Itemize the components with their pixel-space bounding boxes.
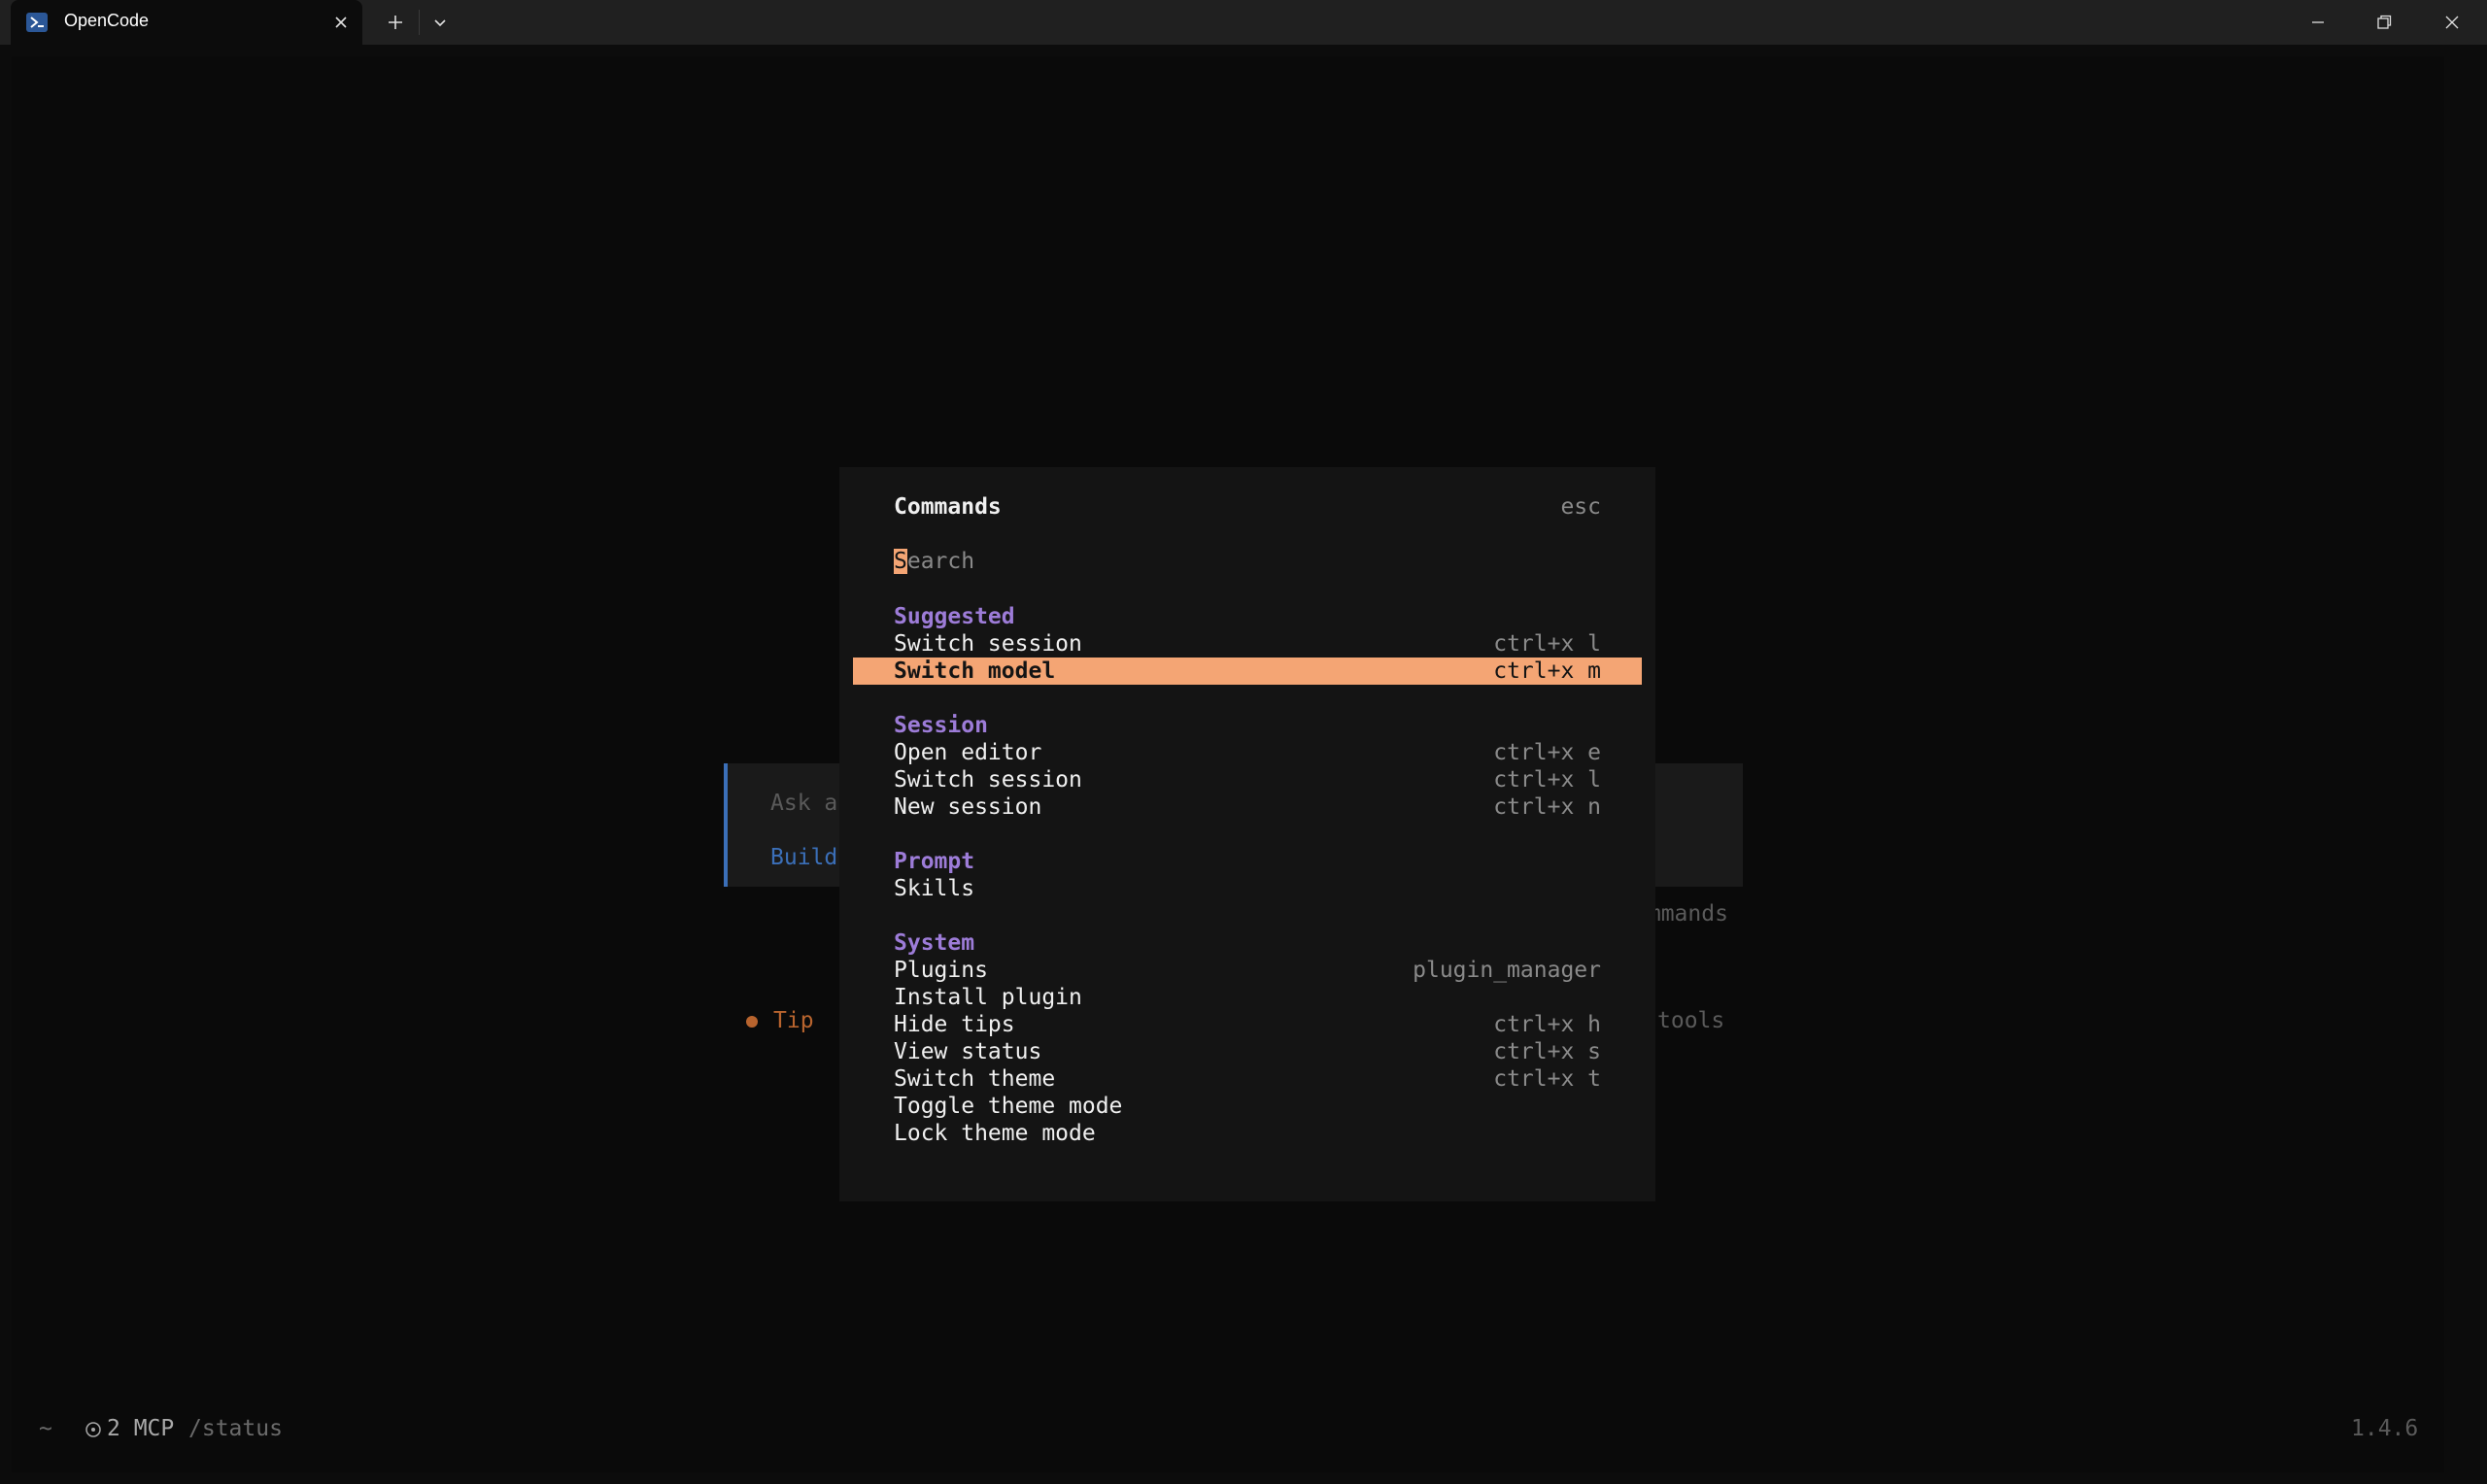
command-shortcut: ctrl+x s — [1493, 1039, 1601, 1064]
minimize-button[interactable] — [2285, 0, 2351, 45]
command-label: Plugins — [894, 958, 988, 983]
command-label: Skills — [894, 876, 975, 901]
mcp-count: 2 MCP — [107, 1416, 175, 1441]
restore-icon — [2377, 15, 2392, 29]
group-heading-prompt: Prompt — [894, 849, 975, 874]
close-icon — [2445, 16, 2459, 29]
text-cursor: S — [894, 549, 907, 574]
cwd-indicator: ~ — [39, 1416, 52, 1441]
chevron-down-icon[interactable] — [427, 10, 453, 35]
tab-separator — [419, 10, 420, 35]
close-window-button[interactable] — [2419, 0, 2485, 45]
command-item[interactable]: Install plugin — [853, 984, 1642, 1011]
minimize-icon — [2312, 21, 2324, 23]
command-item[interactable]: Toggle theme mode — [853, 1093, 1642, 1120]
version-label: 1.4.6 — [2351, 1416, 2419, 1441]
command-label: Switch session — [894, 631, 1082, 657]
plus-icon[interactable] — [383, 10, 408, 35]
restore-button[interactable] — [2351, 0, 2417, 45]
command-item[interactable]: Switch theme ctrl+x t — [853, 1065, 1642, 1093]
command-item[interactable]: Hide tips ctrl+x h — [853, 1011, 1642, 1038]
title-bar: OpenCode — [0, 0, 2487, 45]
command-label: New session — [894, 794, 1042, 820]
group-heading-system: System — [894, 930, 975, 956]
command-label: Lock theme mode — [894, 1121, 1096, 1146]
esc-hint[interactable]: esc — [1560, 494, 1601, 520]
tab-opencode[interactable]: OpenCode — [11, 0, 362, 45]
command-label: Hide tips — [894, 1012, 1015, 1037]
tip-text: tools — [1657, 1008, 1725, 1033]
command-palette: Commands esc Search Suggested Switch sess… — [839, 467, 1655, 1201]
command-label: Open editor — [894, 740, 1042, 765]
command-shortcut: ctrl+x l — [1493, 631, 1601, 657]
command-label: Toggle theme mode — [894, 1094, 1123, 1119]
command-item[interactable]: New session ctrl+x n — [853, 793, 1642, 821]
command-label: View status — [894, 1039, 1042, 1064]
command-shortcut: ctrl+x m — [1493, 658, 1601, 684]
command-label: Switch model — [894, 658, 1056, 684]
command-item[interactable]: Switch session ctrl+x l — [853, 630, 1642, 658]
command-shortcut: plugin_manager — [1413, 958, 1601, 983]
command-shortcut: ctrl+x e — [1493, 740, 1601, 765]
status-command: /status — [188, 1416, 283, 1441]
prompt-placeholder: Ask a — [770, 791, 838, 816]
command-item[interactable]: Lock theme mode — [853, 1120, 1642, 1147]
command-item[interactable]: Open editor ctrl+x e — [853, 739, 1642, 766]
tip-label: Tip — [773, 1008, 814, 1033]
command-shortcut: ctrl+x n — [1493, 794, 1601, 820]
command-label: Switch session — [894, 767, 1082, 793]
command-label: Install plugin — [894, 985, 1082, 1010]
group-heading-session: Session — [894, 713, 988, 738]
tab-title: OpenCode — [64, 11, 150, 30]
search-placeholder: earch — [906, 549, 975, 574]
command-item[interactable]: Switch session ctrl+x l — [853, 766, 1642, 793]
command-shortcut: ctrl+x t — [1493, 1066, 1601, 1092]
close-tab-icon[interactable] — [330, 12, 352, 33]
command-item[interactable]: Plugins plugin_manager — [853, 957, 1642, 984]
mcp-status-icon — [85, 1422, 101, 1437]
group-heading-suggested: Suggested — [894, 604, 1015, 629]
command-item[interactable]: Skills — [853, 875, 1642, 902]
command-shortcut: ctrl+x l — [1493, 767, 1601, 793]
command-item[interactable]: Switch model ctrl+x m — [853, 658, 1642, 685]
search-input[interactable]: Search — [894, 549, 1477, 578]
powershell-icon — [26, 13, 48, 32]
tip-dot-icon — [746, 1016, 758, 1028]
command-shortcut: ctrl+x h — [1493, 1012, 1601, 1037]
command-item[interactable]: View status ctrl+x s — [853, 1038, 1642, 1065]
command-label: Switch theme — [894, 1066, 1056, 1092]
palette-title: Commands — [894, 494, 1002, 520]
agent-label: Build — [770, 845, 838, 870]
terminal-area[interactable]: Ask a Build ommands Tip tools ~ 2 MCP /s… — [12, 56, 2444, 1472]
